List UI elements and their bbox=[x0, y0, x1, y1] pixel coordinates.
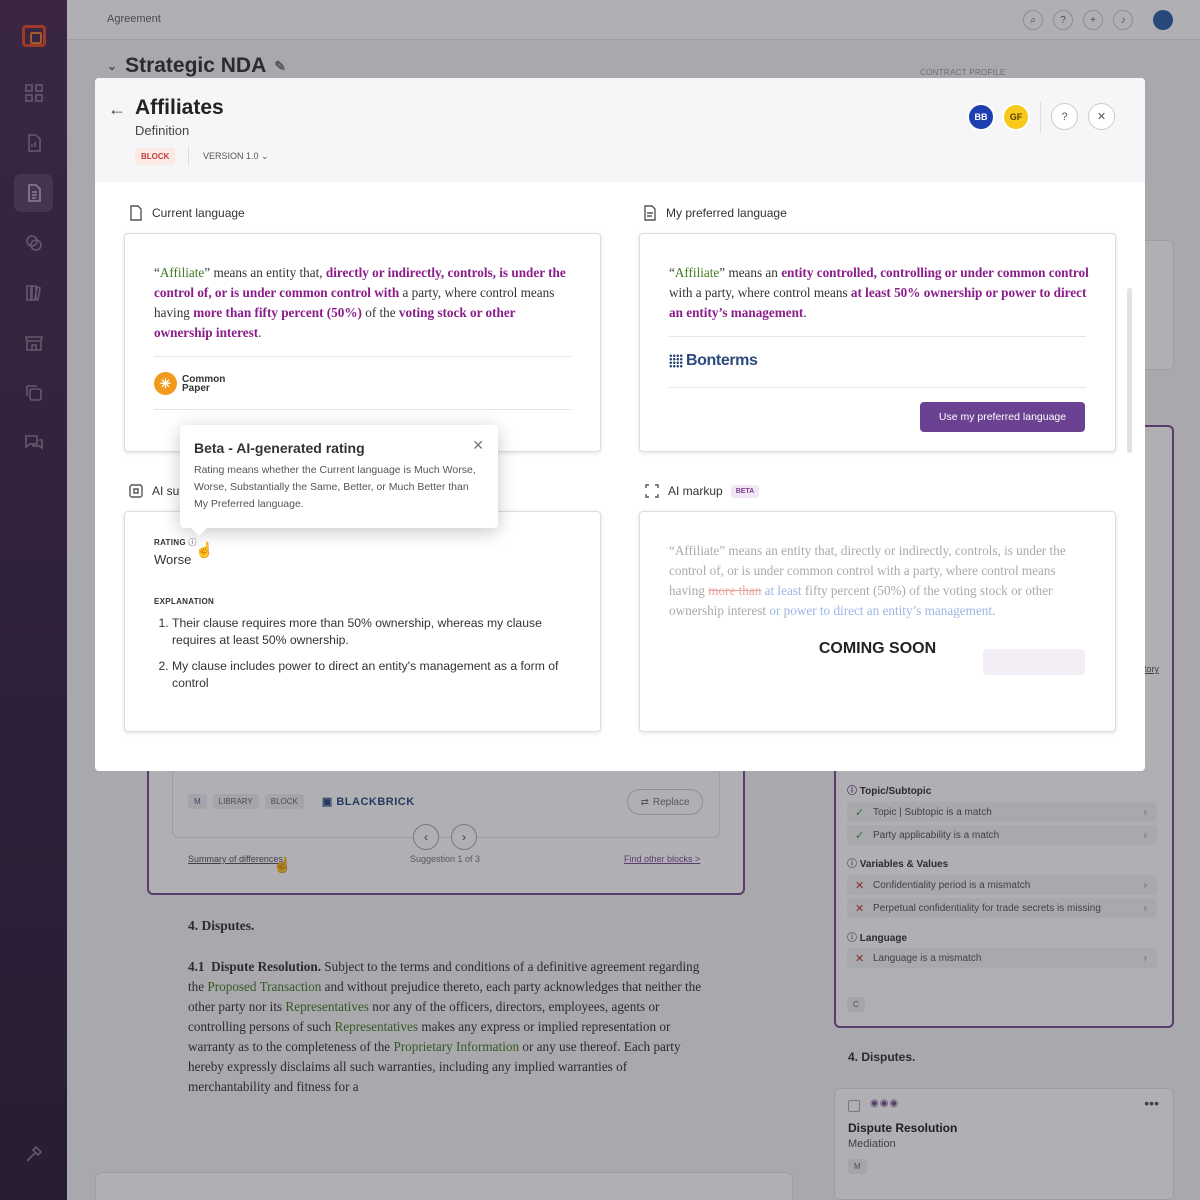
text-segment: of the bbox=[361, 305, 399, 320]
ai-markup-panel: “Affiliate” means an entity that, direct… bbox=[639, 511, 1116, 732]
common-paper-logo: ✳ Common Paper bbox=[154, 372, 225, 395]
markup-clause-text: “Affiliate” means an entity that, direct… bbox=[669, 541, 1089, 621]
scrollbar[interactable] bbox=[1127, 288, 1132, 453]
bonterms-logo: Bonterms bbox=[669, 352, 758, 370]
coming-soon-label: COMING SOON bbox=[818, 640, 937, 657]
divider bbox=[154, 409, 571, 410]
tooltip-close-icon[interactable]: ✕ bbox=[472, 437, 484, 454]
modal-header: ← Affiliates Definition BLOCK VERSION 1.… bbox=[95, 78, 1145, 182]
ai-summary-label: AI su bbox=[128, 483, 179, 499]
tooltip-title: Beta - AI-generated rating bbox=[194, 440, 365, 456]
tooltip-arrow bbox=[191, 528, 207, 536]
preferred-language-label: My preferred language bbox=[642, 205, 787, 221]
tooltip-body: Rating means whether the Current languag… bbox=[194, 464, 476, 510]
preferred-clause-text: “Affiliate” means an entity controlled, … bbox=[669, 263, 1089, 323]
block-tag: BLOCK bbox=[135, 148, 176, 165]
rating-tooltip: Beta - AI-generated rating Rating means … bbox=[180, 425, 498, 536]
text-segment: entity controlled, controlling or under … bbox=[781, 265, 1089, 280]
text-segment: with a party, where control means bbox=[669, 285, 851, 300]
avatar[interactable]: BB bbox=[967, 103, 995, 131]
text-segment: Affiliate bbox=[674, 265, 720, 280]
pointer-cursor-icon: ☝ bbox=[195, 542, 214, 559]
explanation-item: My clause includes power to direct an en… bbox=[172, 658, 577, 692]
bonterms-dots-icon bbox=[669, 354, 683, 368]
text-segment: more than fifty percent (50%) bbox=[193, 305, 362, 320]
modal-subtitle: Definition bbox=[135, 123, 190, 138]
current-language-panel: “Affiliate” means an entity that, direct… bbox=[124, 233, 601, 452]
text-segment: or power to direct an entity’s managemen… bbox=[769, 603, 993, 618]
ai-summary-panel: RATING ⓘ ☝ Worse EXPLANATION Their claus… bbox=[124, 511, 601, 732]
text-segment: . bbox=[258, 325, 262, 340]
document-icon bbox=[130, 205, 142, 221]
version-select[interactable]: VERSION 1.0 ⌄ bbox=[203, 151, 269, 162]
divider bbox=[669, 387, 1086, 388]
explanation-label: EXPLANATION bbox=[154, 597, 215, 606]
text-segment: more than bbox=[708, 583, 762, 598]
close-button[interactable]: ✕ bbox=[1088, 103, 1115, 130]
preferred-language-panel: “Affiliate” means an entity controlled, … bbox=[639, 233, 1116, 452]
divider bbox=[188, 146, 189, 166]
beta-badge: BETA bbox=[730, 484, 760, 498]
text-segment: Affiliate bbox=[159, 265, 205, 280]
explanation-list: Their clause requires more than 50% owne… bbox=[172, 615, 577, 692]
ai-icon bbox=[129, 484, 143, 498]
rating-label: RATING ⓘ bbox=[154, 538, 197, 547]
use-preferred-language-button[interactable]: Use my preferred language bbox=[920, 402, 1085, 432]
back-arrow-icon[interactable]: ← bbox=[108, 99, 126, 120]
help-button[interactable]: ? bbox=[1051, 103, 1078, 130]
divider bbox=[669, 336, 1086, 337]
divider bbox=[154, 356, 571, 357]
text-segment: ” means an bbox=[719, 265, 782, 280]
chevron-down-icon: ⌄ bbox=[261, 151, 269, 161]
current-language-label: Current language bbox=[128, 205, 245, 221]
current-clause-text: “Affiliate” means an entity that, direct… bbox=[154, 263, 574, 343]
explanation-item: Their clause requires more than 50% owne… bbox=[172, 615, 577, 649]
rating-value: Worse bbox=[154, 552, 192, 567]
text-segment: at least bbox=[764, 583, 802, 598]
expand-icon bbox=[645, 484, 659, 498]
avatar[interactable]: GF bbox=[1002, 103, 1030, 131]
text-segment: . bbox=[803, 305, 807, 320]
document-lines-icon bbox=[644, 205, 656, 221]
modal-title: Affiliates bbox=[135, 96, 224, 119]
ai-markup-label: AI markup BETA bbox=[644, 483, 760, 499]
text-segment: ” means an entity that, bbox=[204, 265, 326, 280]
text-segment: . bbox=[992, 603, 996, 618]
sun-icon: ✳ bbox=[154, 372, 177, 395]
divider bbox=[1040, 102, 1041, 132]
